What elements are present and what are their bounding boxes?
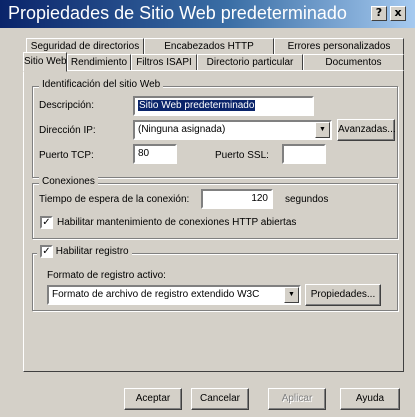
help-button[interactable]: Ayuda — [340, 388, 400, 410]
timeout-field[interactable]: 120 — [201, 189, 273, 209]
tab-panel-sitio-web: Identificación del sitio Web Descripción… — [23, 70, 404, 372]
log-properties-button[interactable]: Propiedades... — [305, 284, 381, 306]
chevron-down-icon[interactable]: ▼ — [284, 287, 299, 303]
tab-directorio-particular[interactable]: Directorio particular — [197, 54, 303, 71]
ip-address-value: (Ninguna asignada) — [138, 124, 226, 135]
tab-documentos[interactable]: Documentos — [303, 54, 404, 71]
logging-group-title: ✓ Habilitar registro — [37, 245, 132, 258]
ip-address-select[interactable]: (Ninguna asignada) ▼ — [133, 120, 332, 140]
log-format-label: Formato de registro activo: — [47, 270, 166, 281]
tab-encabezados-http[interactable]: Encabezados HTTP — [144, 38, 274, 55]
cancel-button[interactable]: Cancelar — [191, 388, 249, 410]
tcp-port-field[interactable]: 80 — [133, 144, 177, 164]
keepalive-checkbox[interactable]: ✓ — [40, 216, 53, 229]
identification-group: Identificación del sitio Web Descripción… — [32, 79, 398, 178]
tab-rendimiento[interactable]: Rendimiento — [67, 54, 131, 71]
ssl-port-label: Puerto SSL: — [215, 150, 269, 161]
close-icon[interactable]: x — [390, 6, 406, 21]
identification-group-title: Identificación del sitio Web — [39, 79, 164, 90]
chevron-down-icon[interactable]: ▼ — [315, 122, 330, 138]
help-icon[interactable]: ? — [371, 6, 387, 21]
log-format-select[interactable]: Formato de archivo de registro extendido… — [47, 285, 301, 305]
keepalive-label: Habilitar mantenimiento de conexiones HT… — [57, 217, 297, 228]
timeout-unit-label: segundos — [285, 194, 329, 205]
description-label: Descripción: — [39, 100, 95, 111]
timeout-label: Tiempo de espera de la conexión: — [39, 194, 190, 205]
tcp-port-label: Puerto TCP: — [39, 150, 94, 161]
apply-button[interactable]: Aplicar — [268, 388, 326, 410]
accept-button[interactable]: Aceptar — [124, 388, 182, 410]
tab-filtros-isapi[interactable]: Filtros ISAPI — [131, 54, 197, 71]
enable-logging-label: Habilitar registro — [55, 246, 129, 258]
description-value: Sitio Web predeterminado — [138, 100, 256, 111]
description-field[interactable]: Sitio Web predeterminado — [133, 96, 314, 116]
log-format-value: Formato de archivo de registro extendido… — [52, 289, 260, 300]
title-bar[interactable]: Propiedades de Sitio Web predeterminado … — [0, 0, 415, 28]
advanced-button[interactable]: Avanzadas... — [337, 119, 396, 141]
ip-address-label: Dirección IP: — [39, 125, 96, 136]
properties-dialog: Propiedades de Sitio Web predeterminado … — [0, 0, 415, 417]
tab-errores-personalizados[interactable]: Errores personalizados — [274, 38, 404, 55]
connections-group-title: Conexiones — [39, 176, 98, 187]
tab-sitio-web[interactable]: Sitio Web — [23, 52, 67, 72]
tab-row-bottom: Sitio Web Rendimiento Filtros ISAPI Dire… — [23, 52, 404, 72]
window-title: Propiedades de Sitio Web predeterminado — [8, 3, 347, 23]
tab-row-top: Seguridad de directorios Encabezados HTT… — [26, 38, 404, 55]
enable-logging-checkbox[interactable]: ✓ — [40, 245, 53, 258]
connections-group: Conexiones Tiempo de espera de la conexi… — [32, 176, 398, 239]
logging-group: ✓ Habilitar registro Formato de registro… — [32, 245, 398, 311]
ssl-port-field[interactable] — [282, 144, 326, 164]
